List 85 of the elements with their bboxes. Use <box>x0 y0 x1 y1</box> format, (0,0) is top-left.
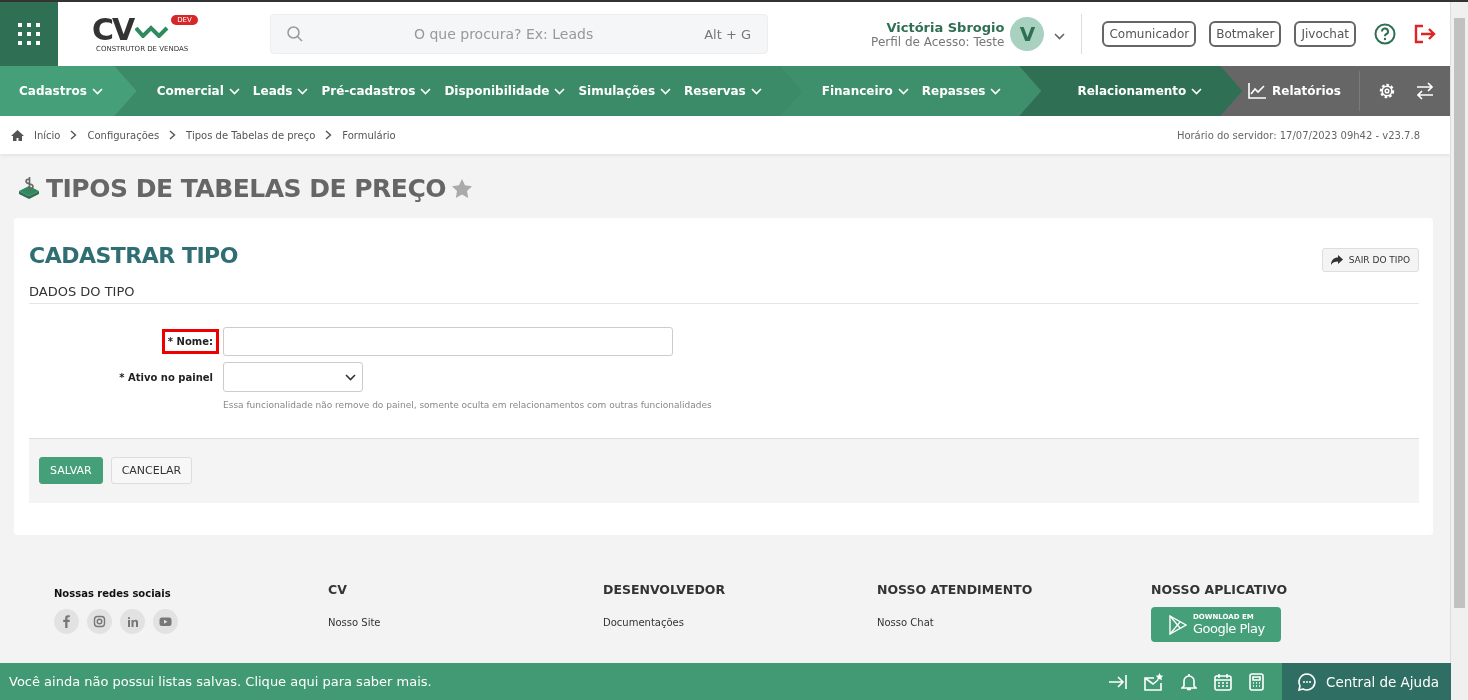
arrow-to-bar-icon[interactable] <box>1109 674 1127 689</box>
footer-link[interactable]: Nosso Chat <box>877 617 1151 628</box>
chevron-down-icon <box>228 87 240 95</box>
logout-icon[interactable] <box>1414 24 1436 44</box>
chevron-down-icon <box>897 87 909 95</box>
money-stack-icon <box>18 177 40 199</box>
search-field[interactable]: O que procura? Ex: Leads Alt + G <box>270 14 768 54</box>
footer-heading: NOSSO APLICATIVO <box>1151 582 1289 597</box>
menu-item[interactable]: Pré-cadastros <box>321 84 432 98</box>
footer-heading: NOSSO ATENDIMENTO <box>877 582 1034 597</box>
chevron-down-icon <box>1191 87 1203 95</box>
chat-bubble-icon <box>1298 672 1316 691</box>
social-title: Nossas redes sociais <box>54 588 172 599</box>
calendar-icon[interactable] <box>1214 672 1232 691</box>
field-label: * Ativo no painel <box>118 370 214 385</box>
name-input[interactable] <box>223 327 673 356</box>
menu-item[interactable]: Relacionamento <box>1077 84 1203 98</box>
footer-heading: DESENVOLVEDOR <box>603 582 727 597</box>
menu-item[interactable]: Cadastros <box>19 84 103 98</box>
star-icon[interactable] <box>452 178 473 198</box>
menu-item[interactable]: Leads <box>252 84 309 98</box>
facebook-icon[interactable] <box>54 609 79 634</box>
mail-star-icon[interactable] <box>1144 672 1164 691</box>
saved-lists-message[interactable]: Você ainda não possui listas salvas. Clique aqui para saber mais. <box>0 674 1109 689</box>
menu-item[interactable]: Disponibilidade <box>444 84 566 98</box>
shortcut-hint: Alt + G <box>704 26 751 42</box>
help-center-button[interactable]: Central de Ajuda <box>1282 663 1451 700</box>
home-icon <box>11 129 24 141</box>
chevron-down-icon <box>91 87 103 95</box>
play-triangle-icon <box>1169 614 1187 635</box>
search-placeholder: O que procura? Ex: Leads <box>412 26 595 42</box>
chevron-down-icon <box>660 87 672 95</box>
apps-grid-icon[interactable] <box>17 22 41 46</box>
breadcrumb-link[interactable]: Início <box>34 129 61 141</box>
youtube-icon[interactable] <box>153 609 178 634</box>
server-time: Horário do servidor: 17/07/2023 09h42 - v23.7.8 <box>1176 129 1420 141</box>
breadcrumb-link[interactable]: Formulário <box>342 129 396 141</box>
menu-item[interactable]: Repasses <box>921 84 1002 98</box>
exit-button[interactable]: SAIR DO TIPO <box>1321 248 1419 272</box>
breadcrumb-link[interactable]: Configurações <box>87 129 160 141</box>
reports-link[interactable]: Relatórios <box>1248 83 1359 99</box>
line-chart-icon <box>1248 83 1266 99</box>
header-button[interactable]: Botmaker <box>1209 21 1282 47</box>
header-button[interactable]: Jivochat <box>1294 21 1356 47</box>
bell-icon[interactable] <box>1181 672 1197 691</box>
linkedin-icon[interactable] <box>120 609 145 634</box>
chevron-right-icon <box>70 130 78 140</box>
help-text: Essa funcionalidade não remove do painel, somente oculta em relacionamentos com outras funcionalidades <box>223 399 712 412</box>
breadcrumb-link[interactable]: Tipos de Tabelas de preço <box>186 129 316 141</box>
chevron-down-icon <box>554 87 566 95</box>
section-title: DADOS DO TIPO <box>29 284 1419 304</box>
footer-link[interactable]: Documentações <box>603 617 877 628</box>
scrollbar-thumb[interactable] <box>1454 18 1465 608</box>
user-name: Victória Sbrogio <box>885 19 1005 35</box>
search-icon <box>287 26 303 42</box>
page-title: TIPOS DE TABELAS DE PREÇO <box>46 173 447 203</box>
instagram-icon[interactable] <box>87 609 112 634</box>
header-button[interactable]: Comunicador <box>1102 21 1197 47</box>
settings-icon[interactable] <box>1378 82 1396 100</box>
field-label: * Nome: <box>161 329 219 354</box>
footer-link[interactable]: Nosso Site <box>328 617 603 628</box>
swap-arrows-icon[interactable] <box>1416 82 1434 100</box>
select-field[interactable] <box>223 362 363 392</box>
logo-text: CV <box>92 15 134 45</box>
chevron-down-icon <box>420 87 432 95</box>
cancel-button[interactable]: CANCELAR <box>110 457 193 484</box>
menu-item[interactable]: Reservas <box>684 84 762 98</box>
user-avatar[interactable]: V <box>1010 17 1045 51</box>
menu-item[interactable]: Comercial <box>156 84 240 98</box>
menu-item[interactable]: Simulações <box>578 84 672 98</box>
chevron-down-icon <box>750 87 762 95</box>
footer-heading: CV <box>328 582 348 597</box>
chevron-down-icon <box>990 87 1002 95</box>
menu-item[interactable]: Financeiro <box>821 84 909 98</box>
form-title: CADASTRAR TIPO <box>29 242 238 268</box>
chevron-down-icon <box>1054 32 1066 40</box>
chevron-down-icon <box>345 373 356 381</box>
help-icon[interactable] <box>1374 23 1396 45</box>
save-button[interactable]: SALVAR <box>39 457 103 484</box>
calculator-icon[interactable] <box>1249 672 1264 691</box>
user-profile: Perfil de Acesso: Teste <box>871 34 1005 49</box>
chevron-right-icon <box>169 130 177 140</box>
chevron-right-icon <box>325 130 333 140</box>
share-arrow-icon <box>1330 255 1343 265</box>
chevron-down-icon <box>297 87 309 95</box>
